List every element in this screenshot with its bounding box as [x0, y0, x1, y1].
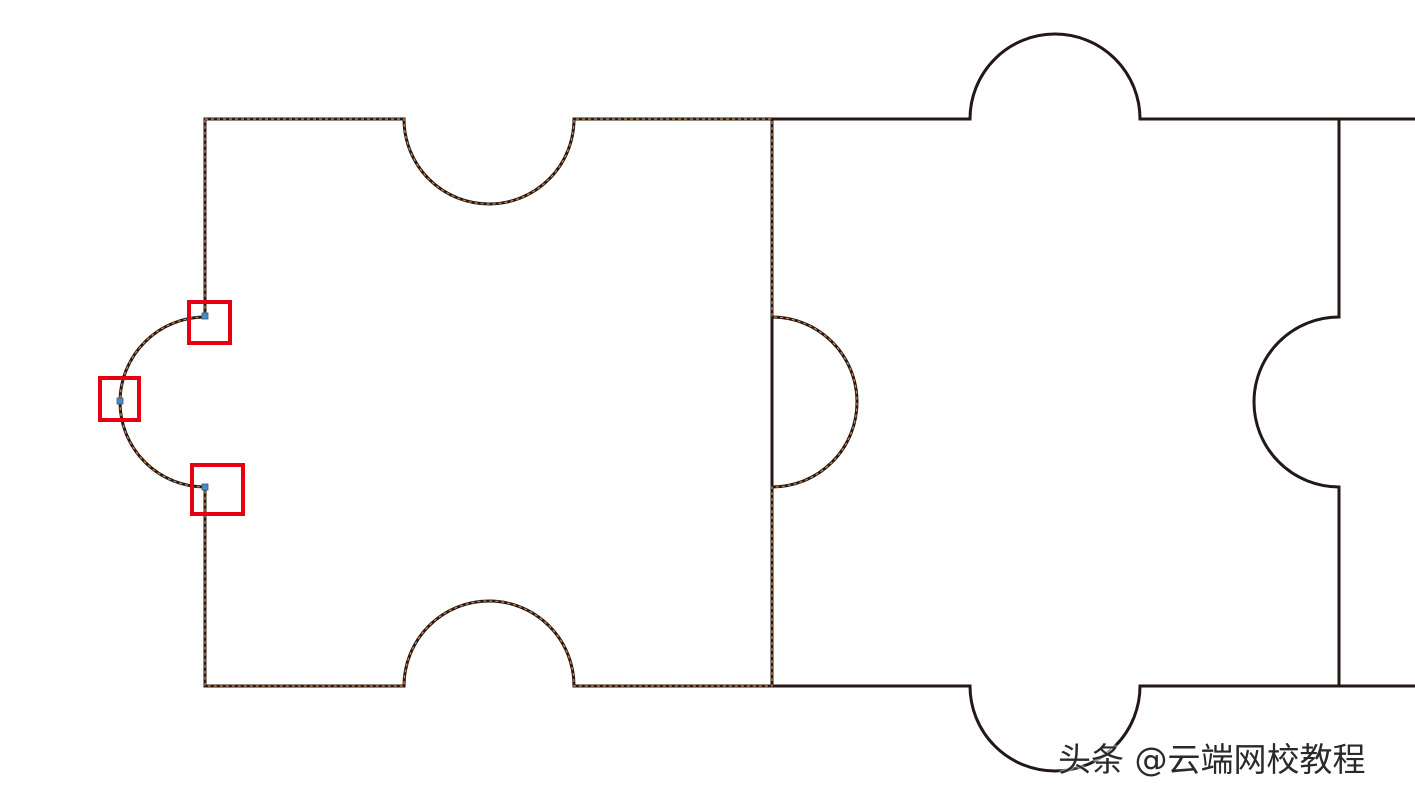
drawing-canvas: 头条 @云端网校教程 — [0, 0, 1415, 796]
watermark-text: 头条 @云端网校教程 — [1058, 740, 1366, 779]
node-handle-top[interactable] — [201, 312, 209, 320]
highlight-box-bottom — [190, 463, 245, 516]
node-handle-bottom[interactable] — [201, 483, 209, 491]
node-handle-middle[interactable] — [116, 397, 124, 405]
puzzle-drawing — [98, 32, 1415, 773]
puzzle-piece-right-edge[interactable] — [1339, 117, 1415, 688]
highlight-box-top — [187, 300, 232, 345]
